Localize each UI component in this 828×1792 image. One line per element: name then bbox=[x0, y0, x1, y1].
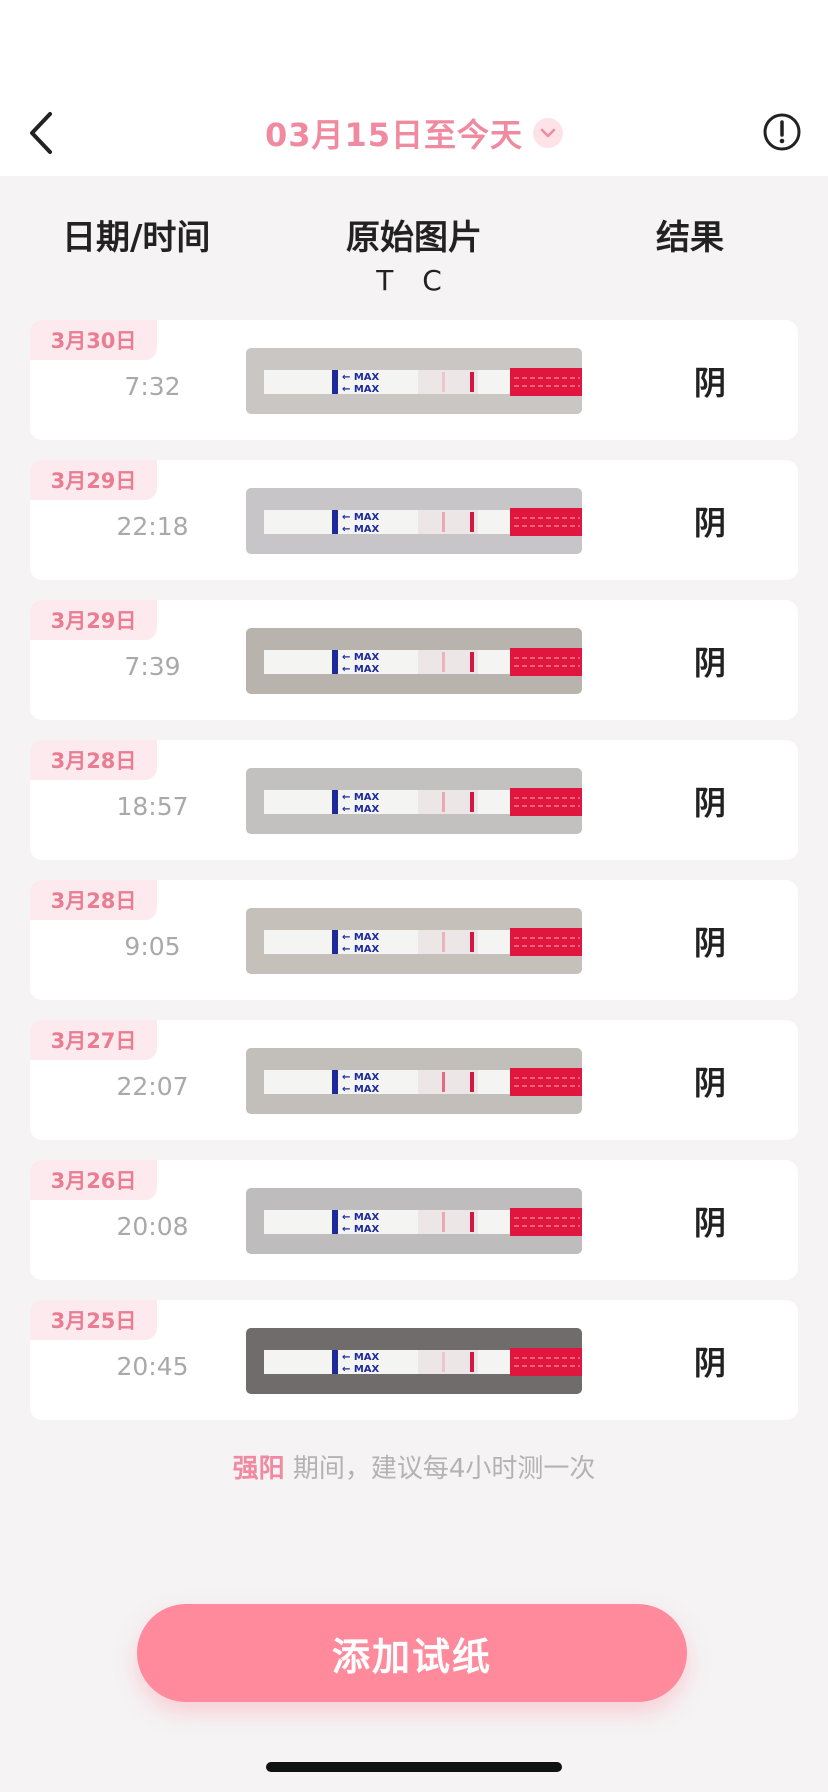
svg-text:← MAX: ← MAX bbox=[342, 384, 380, 395]
test-strip-image: ← MAX ← MAX bbox=[264, 1348, 582, 1376]
test-strip-image: ← MAX ← MAX bbox=[264, 1068, 582, 1096]
date-range-selector[interactable]: 03月15日至今天 bbox=[0, 110, 828, 156]
column-header-date-time: 日期/时间 bbox=[62, 218, 211, 258]
test-strip-image: ← MAX ← MAX bbox=[264, 1208, 582, 1236]
date-range-title: 03月15日至今天 bbox=[264, 116, 524, 154]
record-result: 阴 bbox=[693, 1204, 726, 1242]
record-row[interactable]: 3月26日 20:08 ← MAX ← MAX 阴 bbox=[30, 1160, 798, 1280]
record-time: 20:08 bbox=[116, 1212, 189, 1241]
strip-photo[interactable]: ← MAX ← MAX bbox=[246, 1188, 582, 1254]
hint-highlight: 强阳 bbox=[232, 1454, 285, 1484]
record-date: 3月30日 bbox=[30, 320, 157, 360]
column-header-image: 原始图片 bbox=[346, 218, 482, 258]
home-indicator bbox=[266, 1762, 562, 1772]
strip-photo[interactable]: ← MAX ← MAX bbox=[246, 628, 582, 694]
record-row[interactable]: 3月25日 20:45 ← MAX ← MAX 阴 bbox=[30, 1300, 798, 1420]
strip-photo[interactable]: ← MAX ← MAX bbox=[246, 768, 582, 834]
strip-photo[interactable]: ← MAX ← MAX bbox=[246, 488, 582, 554]
record-result: 阴 bbox=[693, 784, 726, 822]
record-time: 7:39 bbox=[124, 652, 181, 681]
record-date: 3月28日 bbox=[30, 880, 157, 920]
record-row[interactable]: 3月29日 7:39 ← MAX ← MAX 阴 bbox=[30, 600, 798, 720]
test-hint: 强阳 期间，建议每4小时测一次 bbox=[0, 1448, 828, 1485]
svg-text:← MAX: ← MAX bbox=[342, 1072, 380, 1083]
hint-text: 期间，建议每4小时测一次 bbox=[284, 1454, 596, 1484]
svg-text:← MAX: ← MAX bbox=[342, 372, 380, 383]
strip-photo[interactable]: ← MAX ← MAX bbox=[246, 348, 582, 414]
add-test-strip-button[interactable]: 添加试纸 bbox=[137, 1604, 687, 1702]
svg-text:← MAX: ← MAX bbox=[342, 664, 380, 675]
record-time: 22:18 bbox=[116, 512, 189, 541]
svg-text:← MAX: ← MAX bbox=[342, 1224, 380, 1235]
record-result: 阴 bbox=[693, 924, 726, 962]
record-result: 阴 bbox=[693, 504, 726, 542]
test-strip-image: ← MAX ← MAX bbox=[264, 508, 582, 536]
record-result: 阴 bbox=[693, 1064, 726, 1102]
record-result: 阴 bbox=[693, 364, 726, 402]
svg-text:← MAX: ← MAX bbox=[342, 1352, 380, 1363]
record-time: 22:07 bbox=[116, 1072, 189, 1101]
exclamation-circle-icon bbox=[763, 113, 801, 151]
svg-text:← MAX: ← MAX bbox=[342, 1084, 380, 1095]
test-strip-image: ← MAX ← MAX bbox=[264, 368, 582, 396]
column-subheader-tc: T C bbox=[376, 264, 452, 297]
info-button[interactable] bbox=[762, 112, 802, 152]
strip-photo[interactable]: ← MAX ← MAX bbox=[246, 1328, 582, 1394]
record-row[interactable]: 3月27日 22:07 ← MAX ← MAX 阴 bbox=[30, 1020, 798, 1140]
record-row[interactable]: 3月30日 7:32 ← MAX ← MAX 阴 bbox=[30, 320, 798, 440]
record-date: 3月29日 bbox=[30, 600, 157, 640]
record-result: 阴 bbox=[693, 1344, 726, 1382]
test-strip-image: ← MAX ← MAX bbox=[264, 928, 582, 956]
svg-text:← MAX: ← MAX bbox=[342, 1364, 380, 1375]
test-strip-image: ← MAX ← MAX bbox=[264, 648, 582, 676]
record-time: 9:05 bbox=[124, 932, 181, 961]
strip-photo[interactable]: ← MAX ← MAX bbox=[246, 908, 582, 974]
record-date: 3月29日 bbox=[30, 460, 157, 500]
column-header-result: 结果 bbox=[656, 218, 724, 258]
chevron-down-icon bbox=[533, 118, 564, 148]
record-result: 阴 bbox=[693, 644, 726, 682]
record-date: 3月27日 bbox=[30, 1020, 157, 1060]
record-time: 7:32 bbox=[124, 372, 181, 401]
svg-text:← MAX: ← MAX bbox=[342, 792, 380, 803]
svg-text:← MAX: ← MAX bbox=[342, 1212, 380, 1223]
record-date: 3月28日 bbox=[30, 740, 157, 780]
status-bar-area bbox=[0, 0, 828, 90]
svg-text:← MAX: ← MAX bbox=[342, 804, 380, 815]
record-row[interactable]: 3月28日 9:05 ← MAX ← MAX 阴 bbox=[30, 880, 798, 1000]
record-date: 3月25日 bbox=[30, 1300, 157, 1340]
svg-text:← MAX: ← MAX bbox=[342, 652, 380, 663]
svg-text:← MAX: ← MAX bbox=[342, 932, 380, 943]
record-time: 18:57 bbox=[116, 792, 189, 821]
record-date: 3月26日 bbox=[30, 1160, 157, 1200]
svg-text:← MAX: ← MAX bbox=[342, 524, 380, 535]
record-row[interactable]: 3月28日 18:57 ← MAX ← MAX 阴 bbox=[30, 740, 798, 860]
record-row[interactable]: 3月29日 22:18 ← MAX ← MAX 阴 bbox=[30, 460, 798, 580]
svg-text:← MAX: ← MAX bbox=[342, 944, 380, 955]
record-time: 20:45 bbox=[116, 1352, 189, 1381]
test-strip-image: ← MAX ← MAX bbox=[264, 788, 582, 816]
strip-photo[interactable]: ← MAX ← MAX bbox=[246, 1048, 582, 1114]
svg-text:← MAX: ← MAX bbox=[342, 512, 380, 523]
nav-bar: 03月15日至今天 bbox=[0, 90, 828, 176]
